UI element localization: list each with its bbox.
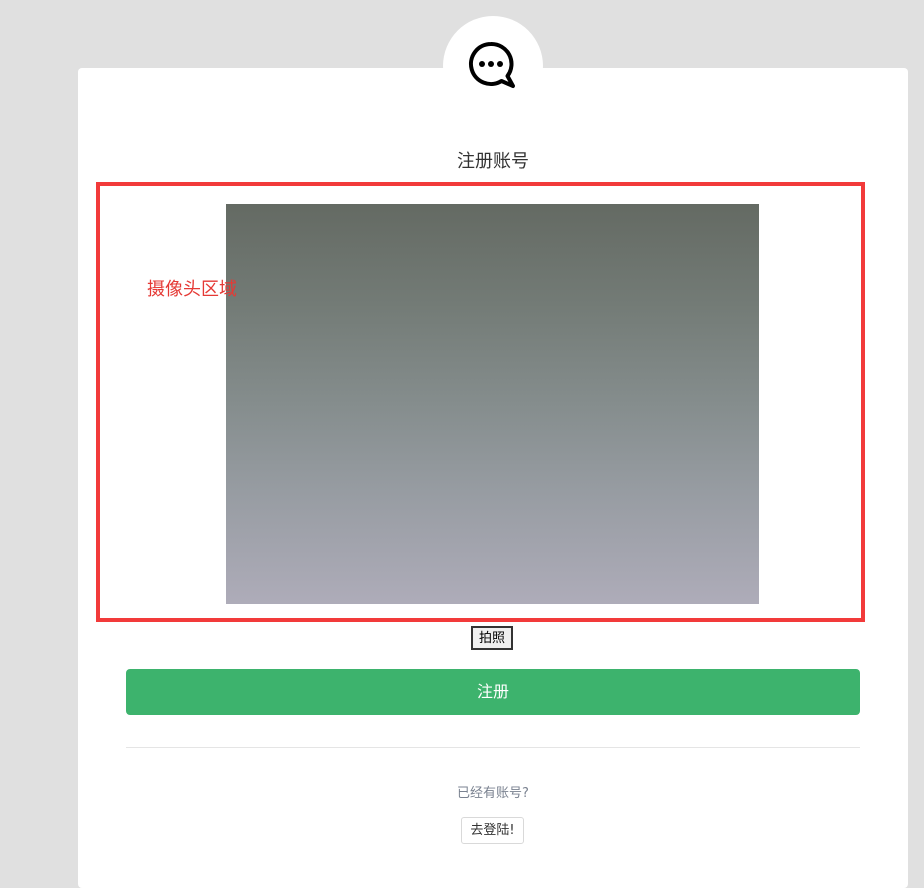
camera-area-label: 摄像头区域	[147, 279, 237, 300]
camera-video-feed	[226, 204, 759, 604]
go-login-button[interactable]: 去登陆!	[461, 817, 524, 844]
capture-photo-button[interactable]: 拍照	[471, 626, 513, 650]
page-title: 注册账号	[457, 151, 529, 172]
divider	[126, 747, 860, 748]
chat-bubble-icon	[469, 41, 515, 88]
register-button[interactable]: 注册	[126, 669, 860, 715]
logo-badge	[443, 16, 543, 116]
has-account-prompt: 已经有账号?	[457, 786, 529, 801]
